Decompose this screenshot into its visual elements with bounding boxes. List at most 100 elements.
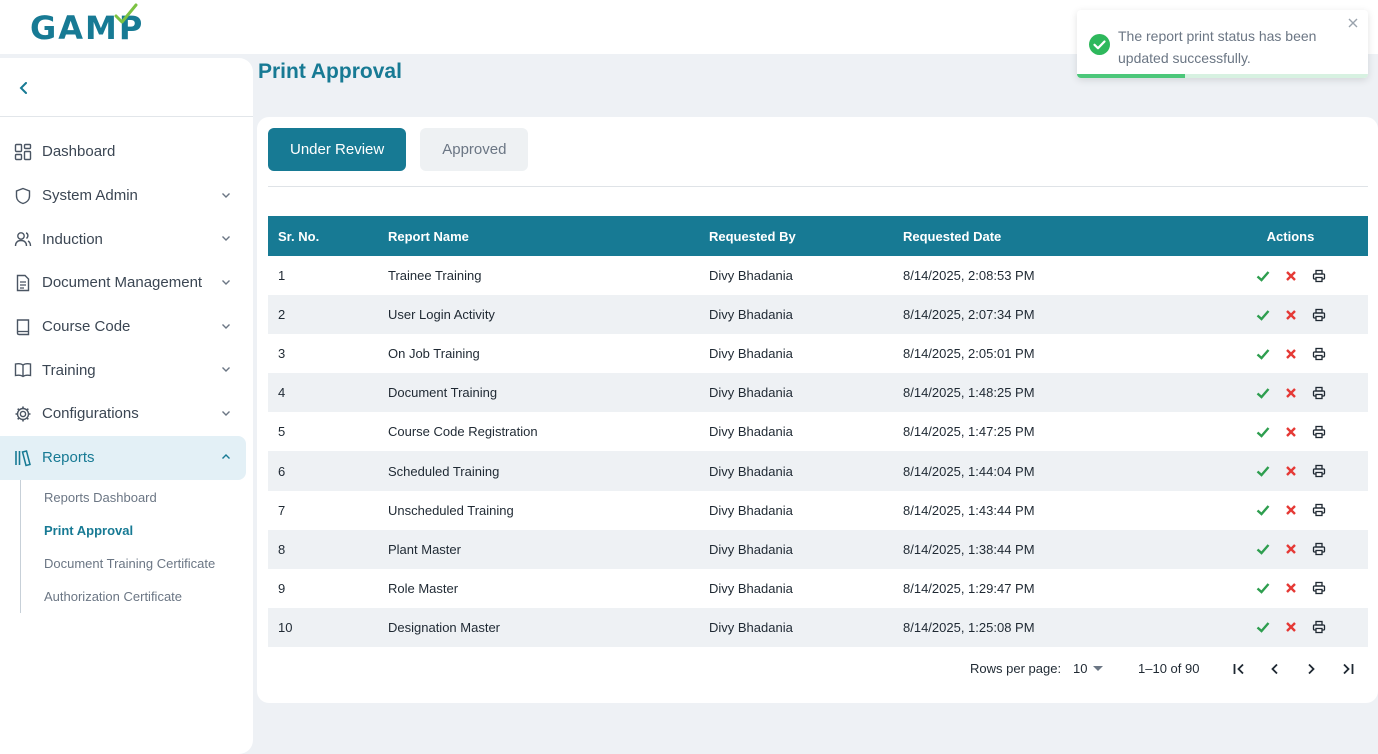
column-header-requested-date: Requested Date (903, 228, 1002, 244)
cell-requested-date: 8/14/2025, 1:43:44 PM (903, 502, 1035, 518)
table-body: 1 Trainee Training Divy Bhadania 8/14/2025,… (268, 256, 1368, 647)
next-page-button[interactable] (1302, 660, 1320, 678)
print-button[interactable] (1312, 542, 1326, 556)
print-button[interactable] (1312, 269, 1326, 283)
print-button[interactable] (1312, 308, 1326, 322)
chevron-down-icon (222, 280, 230, 286)
sidebar-item-system-admin[interactable]: System Admin (0, 174, 246, 218)
print-button[interactable] (1312, 503, 1326, 517)
approve-button[interactable] (1256, 620, 1270, 634)
subnav-item-authorization-certificate[interactable]: Authorization Certificate (21, 580, 253, 613)
approve-button[interactable] (1256, 425, 1270, 439)
reject-button[interactable] (1284, 425, 1298, 439)
sidebar-item-document-management[interactable]: Document Management (0, 261, 246, 305)
approve-button[interactable] (1256, 269, 1270, 283)
approve-button[interactable] (1256, 542, 1270, 556)
collapse-sidebar-button[interactable] (12, 76, 36, 100)
table-row: 2 User Login Activity Divy Bhadania 8/14/20… (268, 295, 1368, 335)
cell-report-name: Designation Master (388, 619, 500, 635)
reject-button[interactable] (1284, 620, 1298, 634)
print-button[interactable] (1312, 386, 1326, 400)
cell-requested-date: 8/14/2025, 2:07:34 PM (903, 307, 1035, 323)
shield-icon (14, 187, 32, 205)
cell-requested-by: Divy Bhadania (709, 346, 793, 362)
reject-button[interactable] (1284, 269, 1298, 283)
cell-requested-date: 8/14/2025, 1:44:04 PM (903, 463, 1035, 479)
table-row: 9 Role Master Divy Bhadania 8/14/2025, 1:29… (268, 569, 1368, 608)
approve-button[interactable] (1256, 386, 1270, 400)
print-button[interactable] (1312, 425, 1326, 439)
reject-button[interactable] (1284, 386, 1298, 400)
gamp-logo[interactable]: GAMP (30, 3, 144, 48)
print-button[interactable] (1312, 347, 1326, 361)
first-page-button[interactable] (1230, 660, 1248, 678)
column-header-requested-by: Requested By (709, 228, 796, 244)
table-row: 7 Unscheduled Training Divy Bhadania 8/14/2… (268, 491, 1368, 530)
cell-requested-date: 8/14/2025, 1:25:08 PM (903, 619, 1035, 635)
sidebar-item-label: Reports (42, 449, 95, 467)
previous-page-button[interactable] (1266, 660, 1284, 678)
print-button[interactable] (1312, 464, 1326, 478)
sidebar-divider (0, 116, 253, 117)
reject-button[interactable] (1284, 542, 1298, 556)
table-header: Sr. No. Report Name Requested By Request… (268, 216, 1368, 256)
cell-actions (1213, 308, 1368, 322)
approve-button[interactable] (1256, 464, 1270, 478)
table-row: 6 Scheduled Training Divy Bhadania 8/14/202… (268, 451, 1368, 491)
cell-requested-by: Divy Bhadania (709, 463, 793, 479)
check-icon (1256, 348, 1269, 360)
rows-per-page-value: 10 (1073, 661, 1088, 676)
tab-bar: Under Review Approved (268, 128, 529, 171)
last-page-button[interactable] (1339, 660, 1357, 678)
cell-sr-no: 4 (278, 385, 286, 401)
reject-button[interactable] (1284, 581, 1298, 595)
reject-button[interactable] (1284, 503, 1298, 517)
column-header-actions: Actions (1266, 228, 1315, 244)
rows-per-page-select[interactable]: 10 (1073, 661, 1104, 676)
sidebar-item-dashboard[interactable]: Dashboard (0, 130, 246, 174)
check-icon (1256, 427, 1269, 438)
tab-approved[interactable]: Approved (420, 128, 529, 171)
check-icon (1256, 309, 1269, 321)
printer-icon (1312, 503, 1325, 517)
check-icon (1256, 505, 1269, 516)
printer-icon (1312, 269, 1325, 282)
sidebar-item-course-code[interactable]: Course Code (0, 305, 246, 349)
cell-actions (1213, 347, 1368, 361)
table-row: 10 Designation Master Divy Bhadania 8/14/20… (268, 607, 1368, 647)
tab-under-review[interactable]: Under Review (268, 128, 407, 171)
print-button[interactable] (1312, 581, 1326, 595)
book-icon (14, 318, 32, 336)
cell-actions (1213, 620, 1368, 634)
close-icon (1348, 18, 1358, 28)
subnav-item-print-approval[interactable]: Print Approval (21, 514, 253, 547)
table-row: 1 Trainee Training Divy Bhadania 8/14/2025,… (268, 256, 1368, 295)
chevron-left-icon (1271, 663, 1278, 675)
cell-sr-no: 1 (278, 268, 286, 284)
close-icon (1285, 505, 1296, 515)
column-header-sr-no: Sr. No. (278, 228, 320, 244)
sidebar-item-training[interactable]: Training (0, 348, 246, 392)
approve-button[interactable] (1256, 581, 1270, 595)
main-card: Under Review Approved Sr. No. Report Nam… (257, 117, 1378, 703)
close-icon (1285, 309, 1296, 320)
reject-button[interactable] (1284, 347, 1298, 361)
subnav-item-reports-dashboard[interactable]: Reports Dashboard (21, 482, 253, 515)
printer-icon (1312, 464, 1325, 478)
sidebar-item-label: Dashboard (42, 143, 116, 161)
reject-button[interactable] (1284, 464, 1298, 478)
toast-close-button[interactable] (1346, 16, 1360, 30)
subnav-item-document-training-certificate[interactable]: Document Training Certificate (21, 547, 253, 580)
approve-button[interactable] (1256, 347, 1270, 361)
sidebar-item-induction[interactable]: Induction (0, 217, 246, 261)
sidebar-item-configurations[interactable]: Configurations (0, 392, 246, 436)
approve-button[interactable] (1256, 308, 1270, 322)
cell-sr-no: 8 (278, 541, 286, 557)
close-icon (1285, 583, 1296, 594)
sidebar-item-reports[interactable]: Reports (0, 435, 246, 480)
cell-requested-date: 8/14/2025, 1:48:25 PM (903, 385, 1035, 401)
close-icon (1285, 348, 1296, 359)
reject-button[interactable] (1284, 308, 1298, 322)
print-button[interactable] (1312, 620, 1326, 634)
approve-button[interactable] (1256, 503, 1270, 517)
